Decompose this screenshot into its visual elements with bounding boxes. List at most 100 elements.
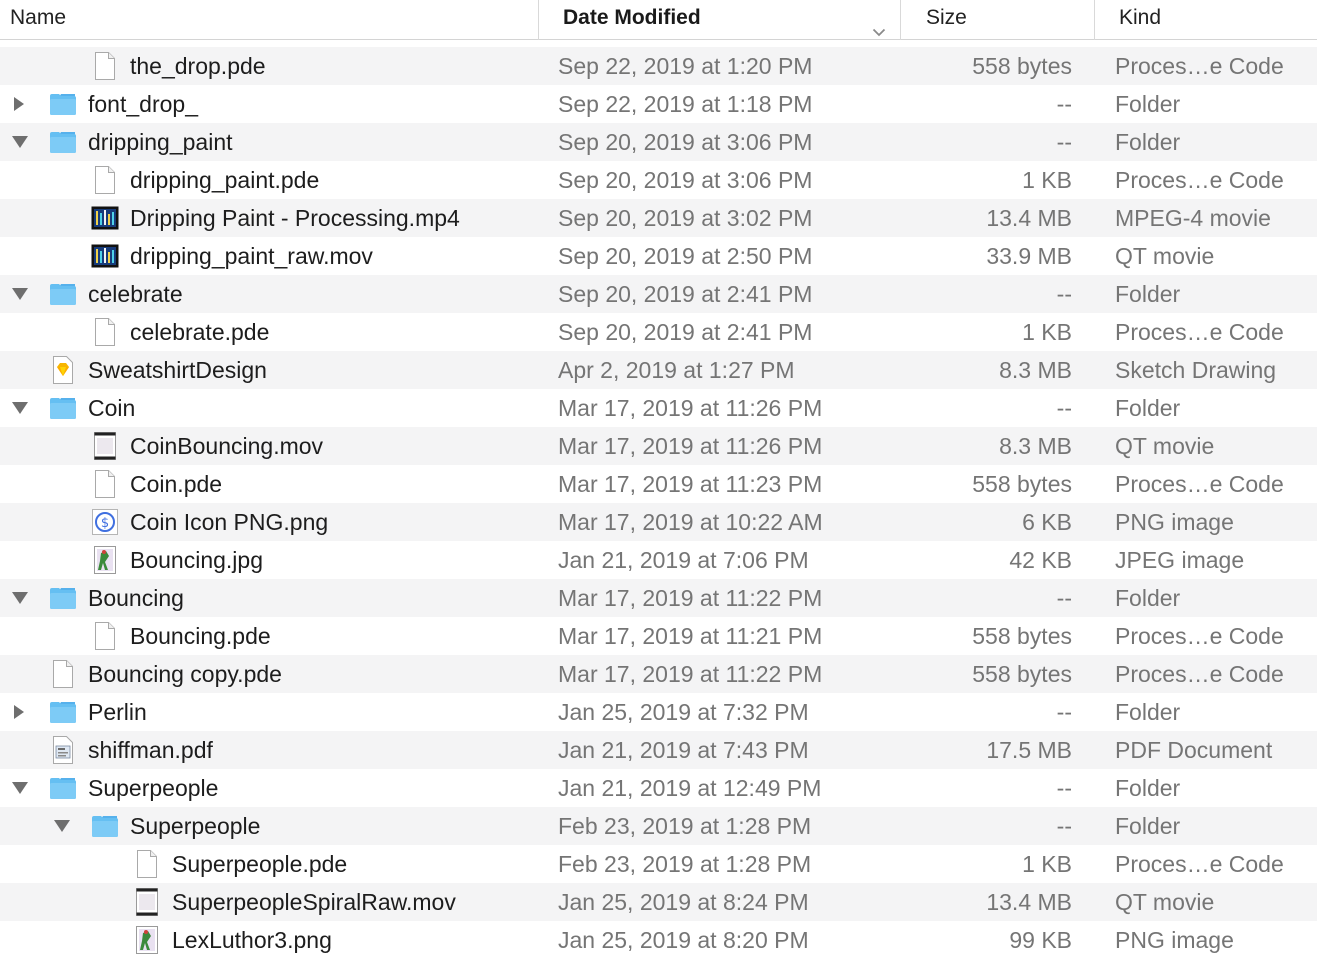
file-size: 6 KB xyxy=(1022,509,1072,535)
file-row[interactable]: dripping_paint.pde Sep 20, 2019 at 3:06 P… xyxy=(0,161,1317,199)
date-modified: Sep 20, 2019 at 2:41 PM xyxy=(558,281,813,307)
file-kind: Folder xyxy=(1115,281,1181,307)
column-header-kind[interactable]: Kind xyxy=(1094,0,1317,40)
folder-icon xyxy=(48,393,78,423)
file-size: -- xyxy=(1056,129,1072,155)
folder-icon xyxy=(48,697,78,727)
movie-thumbnail-icon xyxy=(90,203,120,233)
folder-row[interactable]: Coin Mar 17, 2019 at 11:26 PM -- Folder xyxy=(0,389,1317,427)
file-row[interactable]: LexLuthor3.png Jan 25, 2019 at 8:20 PM 99 … xyxy=(0,921,1317,959)
file-row[interactable]: SuperpeopleSpiralRaw.mov Jan 25, 2019 at … xyxy=(0,883,1317,921)
sort-descending-chevron-icon xyxy=(872,13,886,49)
date-modified: Sep 20, 2019 at 2:50 PM xyxy=(558,243,813,269)
column-header-date-label: Date Modified xyxy=(563,6,701,29)
file-size: 1 KB xyxy=(1022,319,1072,345)
file-kind: Folder xyxy=(1115,129,1181,155)
file-size: 8.3 MB xyxy=(999,357,1072,383)
file-size: 33.9 MB xyxy=(986,243,1072,269)
file-row[interactable]: Coin.pde Mar 17, 2019 at 11:23 PM 558 byte… xyxy=(0,465,1317,503)
file-kind: Sketch Drawing xyxy=(1115,357,1277,383)
file-name: Perlin xyxy=(88,699,147,725)
disclosure-expanded-icon[interactable] xyxy=(12,287,28,301)
file-size: -- xyxy=(1056,395,1072,421)
folder-row[interactable]: Superpeople Jan 21, 2019 at 12:49 PM -- Fol… xyxy=(0,769,1317,807)
disclosure-collapsed-icon[interactable] xyxy=(12,97,26,111)
date-modified: Jan 25, 2019 at 8:24 PM xyxy=(558,889,809,915)
date-modified: Mar 17, 2019 at 10:22 AM xyxy=(558,509,823,535)
file-kind: Proces…e Code xyxy=(1115,851,1284,877)
folder-row[interactable]: Perlin Jan 25, 2019 at 7:32 PM -- Folder xyxy=(0,693,1317,731)
file-name: celebrate xyxy=(88,281,183,307)
disclosure-expanded-icon[interactable] xyxy=(12,591,28,605)
file-row[interactable]: Bouncing.pde Mar 17, 2019 at 11:21 PM 558 … xyxy=(0,617,1317,655)
file-row[interactable]: dripping_paint_raw.mov Sep 20, 2019 at 2:… xyxy=(0,237,1317,275)
date-modified: Sep 20, 2019 at 3:02 PM xyxy=(558,205,813,231)
file-name: font_drop_ xyxy=(88,91,198,117)
folder-icon xyxy=(48,583,78,613)
disclosure-expanded-icon[interactable] xyxy=(54,819,70,833)
file-row[interactable]: the_drop.pde Sep 22, 2019 at 1:20 PM 558 b… xyxy=(0,47,1317,85)
file-row[interactable]: SweatshirtDesign Apr 2, 2019 at 1:27 PM 8.… xyxy=(0,351,1317,389)
file-kind: JPEG image xyxy=(1115,547,1245,573)
file-name: Superpeople xyxy=(130,813,261,839)
movie-file-icon xyxy=(132,887,162,917)
file-row[interactable]: CoinBouncing.mov Mar 17, 2019 at 11:26 PM… xyxy=(0,427,1317,465)
file-size: 42 KB xyxy=(1009,547,1072,573)
folder-row[interactable]: celebrate Sep 20, 2019 at 2:41 PM -- Folder xyxy=(0,275,1317,313)
file-kind: QT movie xyxy=(1115,889,1215,915)
folder-row[interactable]: Superpeople Feb 23, 2019 at 1:28 PM -- Fold… xyxy=(0,807,1317,845)
file-name: LexLuthor3.png xyxy=(172,927,332,953)
file-size: -- xyxy=(1056,585,1072,611)
file-size: 558 bytes xyxy=(972,53,1072,79)
file-row[interactable]: Bouncing.jpg Jan 21, 2019 at 7:06 PM 42 KB… xyxy=(0,541,1317,579)
folder-icon xyxy=(48,773,78,803)
file-name: dripping_paint.pde xyxy=(130,167,320,193)
date-modified: Jan 25, 2019 at 8:20 PM xyxy=(558,927,809,953)
image-thumbnail-icon xyxy=(132,925,162,955)
file-row[interactable]: Superpeople.pde Feb 23, 2019 at 1:28 PM 1 … xyxy=(0,845,1317,883)
disclosure-expanded-icon[interactable] xyxy=(12,781,28,795)
folder-row[interactable]: dripping_paint Sep 20, 2019 at 3:06 PM -- F… xyxy=(0,123,1317,161)
file-row[interactable]: $ Coin Icon PNG.png Mar 17, 2019 at 10:22 … xyxy=(0,503,1317,541)
folder-row[interactable]: Bouncing Mar 17, 2019 at 11:22 PM -- Folder xyxy=(0,579,1317,617)
column-header-name[interactable]: Name xyxy=(0,0,538,40)
column-header-size[interactable]: Size xyxy=(900,0,1094,40)
file-row[interactable]: Dripping Paint - Processing.mp4 Sep 20, 2… xyxy=(0,199,1317,237)
file-kind: PNG image xyxy=(1115,927,1234,953)
image-thumbnail-icon xyxy=(90,545,120,575)
movie-thumbnail-icon xyxy=(90,241,120,271)
pdf-icon xyxy=(48,735,78,765)
file-kind: Proces…e Code xyxy=(1115,471,1284,497)
file-name: Coin xyxy=(88,395,136,421)
disclosure-expanded-icon[interactable] xyxy=(12,401,28,415)
folder-icon xyxy=(90,811,120,841)
date-modified: Jan 21, 2019 at 7:06 PM xyxy=(558,547,809,573)
file-name: Dripping Paint - Processing.mp4 xyxy=(130,205,460,231)
disclosure-collapsed-icon[interactable] xyxy=(12,705,26,719)
folder-icon xyxy=(48,89,78,119)
file-size: 558 bytes xyxy=(972,661,1072,687)
document-icon xyxy=(90,165,120,195)
folder-icon xyxy=(48,279,78,309)
file-size: 558 bytes xyxy=(972,471,1072,497)
document-icon xyxy=(90,621,120,651)
column-header-date-modified[interactable]: Date Modified xyxy=(538,0,900,40)
file-row[interactable]: shiffman.pdf Jan 21, 2019 at 7:43 PM 17.5 … xyxy=(0,731,1317,769)
file-kind: Proces…e Code xyxy=(1115,167,1284,193)
date-modified: Jan 21, 2019 at 12:49 PM xyxy=(558,775,822,801)
document-icon xyxy=(48,659,78,689)
date-modified: Jan 25, 2019 at 7:32 PM xyxy=(558,699,809,725)
file-kind: Folder xyxy=(1115,395,1181,421)
file-kind: Folder xyxy=(1115,813,1181,839)
date-modified: Mar 17, 2019 at 11:22 PM xyxy=(558,585,823,611)
file-size: -- xyxy=(1056,91,1072,117)
file-row[interactable]: celebrate.pde Sep 20, 2019 at 2:41 PM 1 KB… xyxy=(0,313,1317,351)
disclosure-expanded-icon[interactable] xyxy=(12,135,28,149)
file-size: -- xyxy=(1056,775,1072,801)
file-name: celebrate.pde xyxy=(130,319,270,345)
file-kind: PDF Document xyxy=(1115,737,1273,763)
file-kind: Folder xyxy=(1115,585,1181,611)
folder-row[interactable]: font_drop_ Sep 22, 2019 at 1:18 PM -- Folde… xyxy=(0,85,1317,123)
sketch-file-icon xyxy=(48,355,78,385)
file-row[interactable]: Bouncing copy.pde Mar 17, 2019 at 11:22 P… xyxy=(0,655,1317,693)
